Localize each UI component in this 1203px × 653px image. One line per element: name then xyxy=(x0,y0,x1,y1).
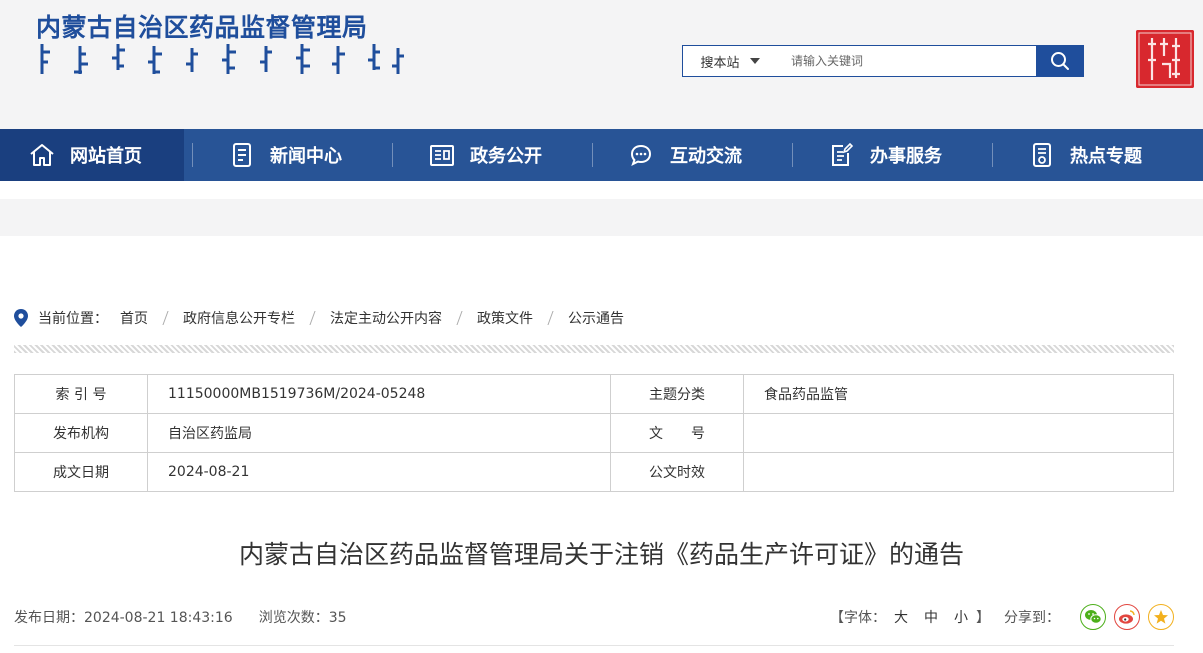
content-divider xyxy=(14,645,1174,646)
article-info-bar: 发布日期：2024-08-21 18:43:16 浏览次数：35 【字体： 大 … xyxy=(14,604,1174,630)
document-metadata-table: 索 引 号 11150000MB1519736M/2024-05248 主题分类… xyxy=(14,374,1174,492)
table-row: 成文日期 2024-08-21 公文时效 xyxy=(14,452,1174,492)
breadcrumb-link-statutory[interactable]: 法定主动公开内容 xyxy=(330,308,442,328)
search-bar: 搜本站 xyxy=(682,45,1084,77)
breadcrumb-separator xyxy=(162,311,169,325)
news-icon xyxy=(233,143,251,167)
government-affairs-icon xyxy=(430,145,454,166)
share-wechat-button[interactable] xyxy=(1080,604,1106,630)
breadcrumb: 当前位置： 首页 政府信息公开专栏 法定主动公开内容 政策文件 公示通告 xyxy=(14,306,624,330)
font-size-end: 】 xyxy=(976,610,990,626)
star-icon xyxy=(1154,610,1168,624)
chat-icon xyxy=(630,144,652,166)
search-button[interactable] xyxy=(1036,45,1084,77)
document-number-label: 文 号 xyxy=(610,413,744,453)
nav-separator xyxy=(792,143,793,167)
nav-item-label: 政务公开 xyxy=(470,146,542,167)
document-number-value xyxy=(743,413,1174,453)
index-number-value: 11150000MB1519736M/2024-05248 xyxy=(147,374,611,414)
home-icon xyxy=(30,144,54,166)
nav-item-label: 热点专题 xyxy=(1070,146,1142,167)
nav-separator xyxy=(392,143,393,167)
nav-separator xyxy=(192,143,193,167)
search-scope-select[interactable]: 搜本站 xyxy=(683,46,777,76)
nav-item-label: 网站首页 xyxy=(70,146,142,167)
nav-item-home[interactable]: 网站首页 xyxy=(0,129,193,181)
font-size-small-button[interactable]: 小 xyxy=(954,607,968,627)
banner-band xyxy=(0,199,1203,236)
article-tools: 【字体： 大 中 小 】 分享到： xyxy=(830,604,1174,630)
nav-item-label: 新闻中心 xyxy=(270,146,342,167)
issue-date-value: 2024-08-21 xyxy=(147,452,611,492)
caret-down-icon xyxy=(749,58,760,64)
breadcrumb-separator xyxy=(547,311,554,325)
view-count-label: 浏览次数： xyxy=(258,610,329,626)
weibo-icon xyxy=(1119,610,1135,624)
share-favorite-button[interactable] xyxy=(1148,604,1174,630)
wechat-icon xyxy=(1085,610,1102,624)
table-row: 索 引 号 11150000MB1519736M/2024-05248 主题分类… xyxy=(14,374,1174,414)
index-number-label: 索 引 号 xyxy=(14,374,148,414)
search-scope-label: 搜本站 xyxy=(700,55,740,71)
search-icon xyxy=(1051,52,1069,70)
publish-date-value: 2024-08-21 18:43:16 xyxy=(84,610,233,626)
font-size-medium-button[interactable]: 中 xyxy=(924,607,938,627)
publish-date: 发布日期：2024-08-21 18:43:16 xyxy=(14,607,233,627)
nav-item-topics[interactable]: 热点专题 xyxy=(1000,129,1200,181)
nav-item-label: 办事服务 xyxy=(870,146,942,167)
validity-value xyxy=(743,452,1174,492)
nav-separator xyxy=(992,143,993,167)
main-nav: 网站首页 新闻中心 政务公开 互动交流 办事服务 热点专题 xyxy=(0,129,1203,181)
breadcrumb-separator xyxy=(309,311,316,325)
nav-item-services[interactable]: 办事服务 xyxy=(800,129,1000,181)
font-size-label: 【字体： xyxy=(830,610,886,626)
share-weibo-button[interactable] xyxy=(1114,604,1140,630)
breadcrumb-link-notice[interactable]: 公示通告 xyxy=(568,308,624,328)
font-size-large-button[interactable]: 大 xyxy=(894,607,908,627)
breadcrumb-label: 当前位置： xyxy=(38,311,108,327)
view-count: 浏览次数：35 xyxy=(259,607,347,627)
article-title: 内蒙古自治区药品监督管理局关于注销《药品生产许可证》的通告 xyxy=(238,540,964,569)
site-header: 内蒙古自治区药品监督管理局 搜本站 xyxy=(0,0,1203,129)
table-row: 发布机构 自治区药监局 文 号 xyxy=(14,413,1174,453)
seal-logo xyxy=(1136,30,1194,88)
mongolian-script-logo xyxy=(40,44,404,74)
breadcrumb-separator xyxy=(456,311,463,325)
breadcrumb-link-gov-info[interactable]: 政府信息公开专栏 xyxy=(183,308,295,328)
publish-date-label: 发布日期： xyxy=(14,610,84,626)
issue-date-label: 成文日期 xyxy=(14,452,148,492)
breadcrumb-link-home[interactable]: 首页 xyxy=(120,308,148,328)
subject-label: 主题分类 xyxy=(610,374,744,414)
nav-separator xyxy=(592,143,593,167)
breadcrumb-link-policy[interactable]: 政策文件 xyxy=(477,308,533,328)
subject-value: 食品药品监管 xyxy=(743,374,1174,414)
share-label: 分享到： xyxy=(1004,610,1060,626)
location-pin-icon xyxy=(14,309,28,327)
site-logo-title[interactable]: 内蒙古自治区药品监督管理局 xyxy=(36,8,368,44)
validity-label: 公文时效 xyxy=(610,452,744,492)
article-stats: 发布日期：2024-08-21 18:43:16 浏览次数：35 xyxy=(14,607,347,627)
nav-item-news[interactable]: 新闻中心 xyxy=(200,129,400,181)
service-icon xyxy=(832,142,854,166)
nav-item-government-affairs[interactable]: 政务公开 xyxy=(400,129,600,181)
publisher-label: 发布机构 xyxy=(14,413,148,453)
hatched-divider xyxy=(14,345,1174,353)
view-count-value: 35 xyxy=(328,610,347,626)
publisher-value: 自治区药监局 xyxy=(147,413,611,453)
nav-item-label: 互动交流 xyxy=(670,146,742,167)
nav-item-interaction[interactable]: 互动交流 xyxy=(600,129,800,181)
search-input[interactable] xyxy=(777,46,1036,76)
topic-icon xyxy=(1033,143,1051,167)
